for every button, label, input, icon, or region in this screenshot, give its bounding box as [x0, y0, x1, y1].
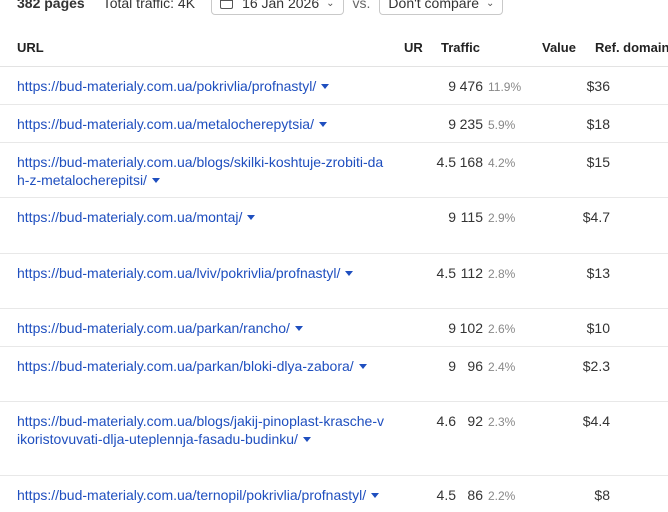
url-link[interactable]: https://bud-materialy.com.ua/blogs/jakij…: [17, 413, 384, 447]
value-cell: $18: [586, 116, 610, 132]
traffic-cell: 168 4.2%: [441, 153, 521, 172]
value-cell: $4.4: [582, 413, 610, 429]
table-row: https://bud-materialy.com.ua/ternopil/po…: [0, 476, 668, 512]
traffic-percent: 2.9%: [488, 211, 516, 225]
traffic-cell: 102 2.6%: [441, 319, 521, 338]
caret-down-icon[interactable]: [371, 493, 380, 498]
traffic-value: 235: [459, 116, 483, 132]
value-cell: $10: [586, 320, 610, 336]
table-row: https://bud-materialy.com.ua/blogs/jakij…: [0, 402, 668, 476]
traffic-percent: 11.9%: [488, 80, 522, 94]
traffic-percent: 2.2%: [488, 489, 516, 503]
value-cell: $2.3: [582, 358, 610, 374]
traffic-value: 96: [467, 358, 483, 374]
traffic-value: 112: [460, 265, 483, 281]
compare-dropdown[interactable]: Don't compare ⌄: [379, 0, 504, 15]
traffic-cell: 92 2.3%: [441, 412, 521, 431]
url-cell: https://bud-materialy.com.ua/parkan/ranc…: [17, 319, 385, 337]
traffic-value: 102: [459, 320, 483, 336]
url-cell: https://bud-materialy.com.ua/parkan/blok…: [17, 357, 385, 375]
caret-down-icon[interactable]: [321, 84, 330, 89]
traffic-value: 476: [459, 78, 483, 94]
url-link[interactable]: https://bud-materialy.com.ua/pokrivlia/p…: [17, 78, 316, 94]
url-cell: https://bud-materialy.com.ua/ternopil/po…: [17, 486, 385, 504]
traffic-value: 86: [467, 487, 483, 503]
caret-down-icon[interactable]: [302, 437, 311, 442]
value-cell: $4.7: [582, 209, 610, 225]
url-cell: https://bud-materialy.com.ua/blogs/jakij…: [17, 412, 385, 448]
caret-down-icon[interactable]: [358, 364, 367, 369]
caret-down-icon[interactable]: [319, 122, 327, 127]
table-row: https://bud-materialy.com.ua/lviv/pokriv…: [0, 254, 668, 309]
url-cell: https://bud-materialy.com.ua/pokrivlia/p…: [17, 77, 385, 95]
table-row: https://bud-materialy.com.ua/metalochere…: [0, 105, 668, 143]
table-row: https://bud-materialy.com.ua/blogs/skilk…: [0, 143, 668, 198]
url-cell: https://bud-materialy.com.ua/blogs/skilk…: [17, 153, 385, 189]
compare-label: Don't compare: [388, 0, 480, 11]
url-cell: https://bud-materialy.com.ua/lviv/pokriv…: [17, 264, 385, 282]
top-pages-report: 382 pages Total traffic: 4K 16 Jan 2026 …: [0, 0, 668, 512]
traffic-value: 115: [460, 209, 483, 225]
column-header-ref-domains[interactable]: Ref. domains: [595, 40, 668, 55]
chevron-down-icon: ⌄: [326, 0, 335, 9]
total-traffic: Total traffic: 4K: [102, 0, 196, 11]
traffic-percent: 5.9%: [488, 118, 516, 132]
value-cell: $15: [586, 154, 610, 170]
value-cell: $13: [586, 265, 610, 281]
traffic-percent: 2.4%: [488, 360, 516, 374]
date-label: 16 Jan 2026: [242, 0, 320, 11]
traffic-value: 168: [459, 154, 483, 170]
traffic-percent: 2.8%: [488, 267, 516, 281]
url-link[interactable]: https://bud-materialy.com.ua/parkan/blok…: [17, 358, 354, 374]
traffic-percent: 2.3%: [488, 415, 516, 429]
traffic-cell: 115 2.9%: [441, 208, 521, 227]
traffic-cell: 476 11.9%: [441, 77, 522, 96]
date-picker[interactable]: 16 Jan 2026 ⌄: [211, 0, 344, 15]
pages-count: 382 pages: [17, 0, 85, 11]
value-cell: $36: [586, 78, 610, 94]
table-row: https://bud-materialy.com.ua/parkan/ranc…: [0, 309, 668, 347]
traffic-cell: 112 2.8%: [441, 264, 521, 283]
url-link[interactable]: https://bud-materialy.com.ua/blogs/skilk…: [17, 154, 383, 188]
traffic-value: 92: [467, 413, 483, 429]
caret-down-icon[interactable]: [345, 271, 354, 276]
traffic-cell: 235 5.9%: [441, 115, 521, 134]
caret-down-icon[interactable]: [294, 326, 303, 331]
column-header-traffic[interactable]: Traffic: [441, 40, 480, 55]
caret-down-icon[interactable]: [151, 178, 160, 183]
traffic-percent: 4.2%: [488, 156, 516, 170]
chevron-down-icon: ⌄: [486, 0, 495, 9]
column-header-value[interactable]: Value: [542, 40, 576, 55]
table-header: URL UR Traffic Value Ref. domains: [0, 28, 668, 67]
traffic-percent: 2.6%: [488, 322, 516, 336]
value-cell: $8: [594, 487, 610, 503]
url-link[interactable]: https://bud-materialy.com.ua/montaj/: [17, 209, 242, 225]
table-row: https://bud-materialy.com.ua/parkan/blok…: [0, 347, 668, 402]
url-link[interactable]: https://bud-materialy.com.ua/ternopil/po…: [17, 487, 366, 503]
url-link[interactable]: https://bud-materialy.com.ua/lviv/pokriv…: [17, 265, 340, 281]
summary-bar: 382 pages Total traffic: 4K 16 Jan 2026 …: [17, 0, 504, 15]
traffic-cell: 96 2.4%: [441, 357, 521, 376]
caret-down-icon[interactable]: [247, 215, 256, 220]
url-link[interactable]: https://bud-materialy.com.ua/parkan/ranc…: [17, 320, 290, 336]
url-link[interactable]: https://bud-materialy.com.ua/metalochere…: [17, 116, 314, 132]
url-cell: https://bud-materialy.com.ua/metalochere…: [17, 115, 385, 133]
column-header-ur[interactable]: UR: [404, 40, 423, 55]
vs-label: vs.: [352, 0, 371, 11]
traffic-cell: 86 2.2%: [441, 486, 521, 505]
calendar-icon: [220, 0, 234, 9]
table-row: https://bud-materialy.com.ua/montaj/ 9 1…: [0, 198, 668, 254]
url-cell: https://bud-materialy.com.ua/montaj/: [17, 208, 385, 226]
table-row: https://bud-materialy.com.ua/pokrivlia/p…: [0, 67, 668, 105]
column-header-url[interactable]: URL: [17, 40, 44, 55]
